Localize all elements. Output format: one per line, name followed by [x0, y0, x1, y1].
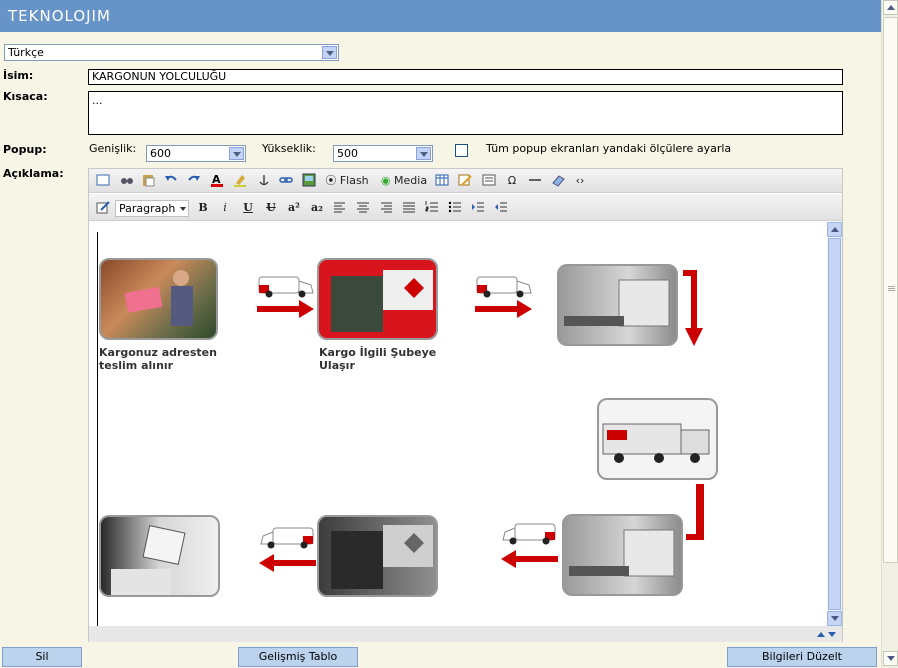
format-select-value: Paragraph	[119, 202, 176, 215]
chevron-down-icon	[229, 147, 244, 160]
highlight-icon[interactable]	[232, 173, 248, 189]
text-color-icon[interactable]: A	[209, 173, 225, 189]
align-justify-icon[interactable]	[401, 200, 417, 216]
description-label: Açıklama:	[3, 167, 64, 180]
language-select[interactable]: Türkçe	[4, 44, 339, 61]
height-label: Yükseklik:	[262, 142, 316, 155]
align-right-icon[interactable]	[378, 200, 394, 216]
delivery-van-icon	[259, 524, 317, 550]
scroll-thumb[interactable]	[883, 17, 898, 563]
arrow-left-icon	[501, 550, 558, 568]
edit-style-icon[interactable]	[95, 200, 111, 216]
width-select-value: 600	[150, 147, 171, 160]
text-cursor	[97, 232, 98, 626]
html-source-icon[interactable]: ‹›	[572, 173, 588, 189]
eraser-icon[interactable]	[550, 173, 566, 189]
underline-icon[interactable]: U	[240, 200, 256, 216]
step2-caption: Kargo İlgili Şubeye Ulaşır	[319, 346, 437, 372]
width-select[interactable]: 600	[146, 145, 246, 162]
find-icon[interactable]	[119, 173, 135, 189]
subscript-icon[interactable]: a₂	[309, 200, 325, 216]
media-label: Media	[394, 174, 428, 187]
header-bar: TEKNOLOJIM	[0, 0, 881, 32]
strikethrough-icon[interactable]: U	[263, 200, 279, 216]
arrow-down-icon	[683, 270, 703, 346]
delete-button[interactable]: Sil	[2, 647, 82, 667]
italic-icon[interactable]: i	[217, 200, 233, 216]
scroll-up-button[interactable]	[883, 0, 898, 15]
paste-icon[interactable]	[140, 173, 156, 189]
table-icon[interactable]	[434, 173, 450, 189]
align-center-icon[interactable]	[355, 200, 371, 216]
resize-arrows-icon[interactable]	[816, 628, 838, 640]
summary-label: Kısaca:	[3, 90, 48, 103]
scroll-thumb[interactable]	[828, 238, 841, 610]
summary-textarea[interactable]: ...	[88, 91, 843, 135]
editor-toolbar-2: Paragraph B i U U a² a₂	[89, 194, 842, 221]
template-icon[interactable]	[481, 173, 497, 189]
height-select[interactable]: 500	[333, 145, 433, 162]
align-left-icon[interactable]	[332, 200, 348, 216]
signature-delivery-photo	[99, 515, 220, 597]
page-scrollbar[interactable]	[881, 0, 898, 668]
warehouse-photo	[557, 264, 678, 346]
height-select-value: 500	[337, 147, 358, 160]
chevron-down-icon	[180, 207, 186, 211]
editor-scrollbar[interactable]	[827, 222, 842, 626]
flash-label: Flash	[339, 174, 369, 187]
arrow-right-icon	[475, 300, 532, 318]
arrow-left-icon	[259, 554, 316, 572]
courier-delivery-photo	[99, 258, 218, 340]
rich-text-editor: A ⦿ Flash ◉ Media Ω ‹› Paragraph B i U U…	[88, 168, 843, 642]
editor-content[interactable]: Kargonuz adresten teslim alınır Kargo İl…	[89, 222, 827, 626]
new-document-icon[interactable]	[95, 173, 111, 189]
link-icon[interactable]	[278, 173, 294, 189]
width-label: Genişlik:	[89, 142, 137, 155]
bullet-list-icon[interactable]	[447, 200, 463, 216]
media-button[interactable]: ◉ Media	[379, 173, 429, 189]
name-label: İsim:	[3, 69, 34, 82]
media-icon: ◉	[380, 174, 391, 187]
chevron-down-icon	[322, 46, 337, 59]
flash-button[interactable]: ⦿ Flash	[325, 173, 369, 189]
branch-office-photo	[317, 258, 438, 340]
edit-info-button[interactable]: Bilgileri Düzelt	[727, 647, 877, 667]
step1-caption: Kargonuz adresten teslim alınır	[99, 346, 217, 372]
name-input[interactable]: KARGONUN YOLCULUĞU	[88, 69, 843, 85]
truck-photo	[597, 398, 718, 480]
warehouse-photo-2	[562, 514, 683, 596]
scroll-down-button[interactable]	[827, 611, 842, 626]
popup-all-checkbox[interactable]	[455, 144, 468, 157]
popup-all-label: Tüm popup ekranları yandaki ölçülere aya…	[486, 142, 732, 155]
branch-office-gray-photo	[317, 515, 438, 597]
image-icon[interactable]	[301, 173, 317, 189]
indent-icon[interactable]	[470, 200, 486, 216]
language-select-value: Türkçe	[8, 46, 44, 59]
editor-toolbar-1: A ⦿ Flash ◉ Media Ω ‹›	[89, 169, 842, 193]
arrow-right-icon	[257, 300, 314, 318]
undo-icon[interactable]	[163, 173, 179, 189]
arrow-down-left-icon	[686, 484, 704, 540]
format-select[interactable]: Paragraph	[115, 200, 189, 217]
table-edit-icon[interactable]	[457, 173, 473, 189]
chevron-down-icon	[416, 147, 431, 160]
scroll-up-button[interactable]	[827, 222, 842, 237]
numbered-list-icon[interactable]	[424, 200, 440, 216]
special-char-icon[interactable]: Ω	[504, 173, 520, 189]
outdent-icon[interactable]	[493, 200, 509, 216]
editor-status-bar	[89, 626, 842, 642]
site-logo: TEKNOLOJIM	[8, 7, 111, 25]
delivery-van-icon	[501, 520, 559, 546]
popup-label: Popup:	[3, 143, 47, 156]
delivery-van-icon	[475, 273, 533, 299]
anchor-icon[interactable]	[256, 173, 272, 189]
flash-icon: ⦿	[325, 174, 337, 187]
horizontal-rule-icon[interactable]	[527, 173, 543, 189]
superscript-icon[interactable]: a²	[286, 200, 302, 216]
redo-icon[interactable]	[186, 173, 202, 189]
bold-icon[interactable]: B	[195, 200, 211, 216]
advanced-table-button[interactable]: Gelişmiş Tablo	[238, 647, 358, 667]
delivery-van-icon	[257, 273, 315, 299]
scroll-down-button[interactable]	[883, 651, 898, 666]
